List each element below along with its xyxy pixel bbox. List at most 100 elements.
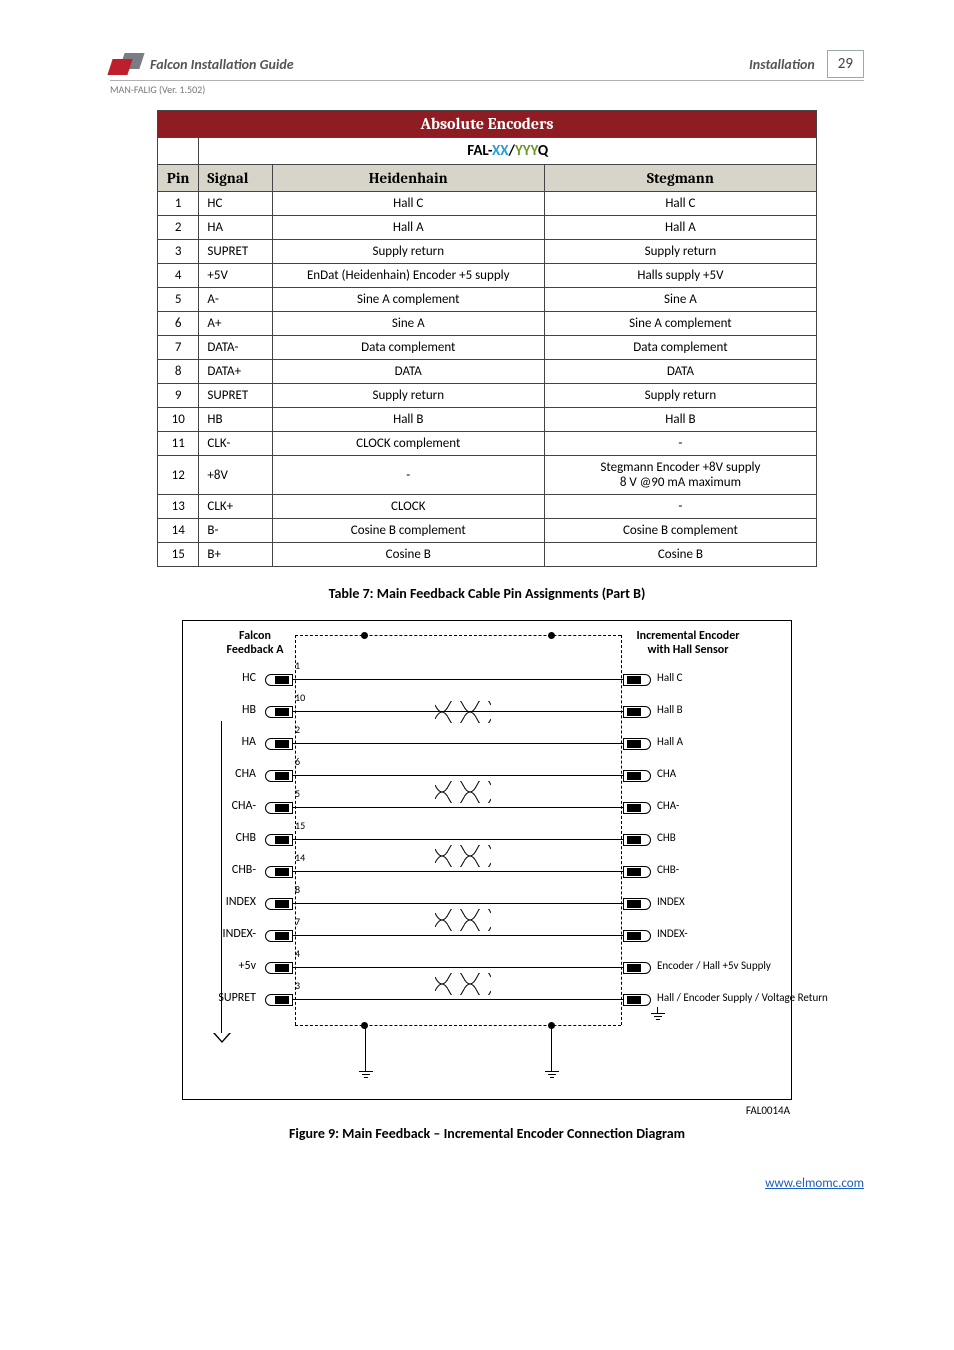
gnd-wire	[365, 1025, 366, 1065]
pin-number: 15	[295, 819, 305, 832]
connector-icon	[623, 738, 651, 750]
connector-icon	[623, 706, 651, 718]
table-row: 15B+Cosine BCosine B	[158, 543, 817, 567]
pin-number: 8	[295, 883, 300, 896]
table-row: 2HAHall AHall A	[158, 216, 817, 240]
wire	[293, 935, 623, 936]
plug-icon	[275, 836, 289, 844]
cell-pin: 6	[158, 312, 199, 336]
connection-diagram: Falcon Feedback A Incremental Encoder wi…	[182, 620, 792, 1100]
pin-number: 4	[295, 947, 300, 960]
cell-heidenhain: Supply return	[272, 240, 544, 264]
cell-signal: CLK-	[199, 432, 272, 456]
cell-signal: A-	[199, 288, 272, 312]
connector-icon	[623, 866, 651, 878]
cell-pin: 4	[158, 264, 199, 288]
wire	[293, 775, 623, 776]
cell-pin: 3	[158, 240, 199, 264]
right-label: CHA-	[657, 799, 857, 812]
pin-number: 6	[295, 755, 300, 768]
table-row: 14B-Cosine B complementCosine B compleme…	[158, 519, 817, 543]
shield-node-icon	[361, 632, 368, 639]
cell-signal: +5V	[199, 264, 272, 288]
shield-bottom	[295, 1025, 621, 1026]
cell-signal: HC	[199, 192, 272, 216]
plug-icon	[275, 772, 289, 780]
twisted-pair-icon	[435, 909, 491, 931]
wire	[293, 839, 623, 840]
cell-pin: 11	[158, 432, 199, 456]
doc-ref: MAN-FALIG (Ver. 1.502)	[110, 83, 864, 96]
cell-stegmann: Cosine B	[544, 543, 816, 567]
page-number: 29	[827, 50, 864, 78]
col-stegmann: Stegmann	[544, 165, 816, 192]
cell-heidenhain: Sine A complement	[272, 288, 544, 312]
right-label: CHB	[657, 831, 857, 844]
table-row: 3SUPRETSupply returnSupply return	[158, 240, 817, 264]
col-signal: Signal	[199, 165, 272, 192]
pin-number: 1	[295, 659, 300, 672]
cell-heidenhain: Data complement	[272, 336, 544, 360]
cell-signal: B-	[199, 519, 272, 543]
cell-pin: 5	[158, 288, 199, 312]
cell-pin: 2	[158, 216, 199, 240]
cell-pin: 12	[158, 456, 199, 495]
twisted-pair-icon	[435, 701, 491, 723]
plug-icon	[275, 708, 289, 716]
cell-stegmann: Hall B	[544, 408, 816, 432]
cell-pin: 14	[158, 519, 199, 543]
diagram-row: HA2Hall A	[183, 731, 791, 757]
footer-url[interactable]: www.elmomc.com	[110, 1176, 864, 1191]
cell-signal: DATA+	[199, 360, 272, 384]
cell-stegmann: Sine A complement	[544, 312, 816, 336]
right-label: CHB-	[657, 863, 857, 876]
plug-icon	[275, 996, 289, 1004]
page-header: Falcon Installation Guide Installation 2…	[110, 50, 864, 81]
cell-stegmann: Supply return	[544, 240, 816, 264]
cell-stegmann: Hall A	[544, 216, 816, 240]
plug-icon	[275, 804, 289, 812]
plug-icon	[275, 964, 289, 972]
pin-number: 10	[295, 691, 305, 704]
right-label: Hall B	[657, 703, 857, 716]
shield-node-icon	[548, 632, 555, 639]
cell-stegmann: Cosine B complement	[544, 519, 816, 543]
cell-pin: 9	[158, 384, 199, 408]
table-row: 7DATA-Data complementData complement	[158, 336, 817, 360]
header-left: Falcon Installation Guide	[110, 53, 294, 75]
model-prefix: FAL-	[467, 142, 492, 160]
logo-icon	[110, 53, 142, 75]
cell-heidenhain: EnDat (Heidenhain) Encoder +5 supply	[272, 264, 544, 288]
cell-stegmann: DATA	[544, 360, 816, 384]
left-block-title: Falcon Feedback A	[215, 629, 295, 657]
twisted-pair-icon	[435, 845, 491, 867]
model-xx: XX	[492, 142, 509, 160]
diagram-id: FAL0014A	[182, 1104, 792, 1117]
connector-icon	[623, 994, 651, 1006]
plug-icon	[275, 900, 289, 908]
wire	[293, 679, 623, 680]
table-row: 12+8V-Stegmann Encoder +8V supply 8 V @9…	[158, 456, 817, 495]
plug-icon	[275, 676, 289, 684]
table-title: Absolute Encoders	[158, 111, 817, 138]
chassis-ground-icon	[211, 1021, 233, 1043]
cell-signal: SUPRET	[199, 384, 272, 408]
right-label: INDEX	[657, 895, 857, 908]
ground-icon	[543, 1065, 561, 1081]
connector-icon	[623, 674, 651, 686]
connector-icon	[623, 898, 651, 910]
ground-icon	[357, 1065, 375, 1081]
right-label: Encoder / Hall +5v Supply	[657, 959, 857, 972]
connector-icon	[623, 770, 651, 782]
pin-number: 5	[295, 787, 300, 800]
cell-heidenhain: Hall A	[272, 216, 544, 240]
cell-heidenhain: CLOCK complement	[272, 432, 544, 456]
gnd-wire	[551, 1025, 552, 1065]
right-block-title: Incremental Encoder with Hall Sensor	[613, 629, 763, 657]
cell-pin: 15	[158, 543, 199, 567]
connector-icon	[623, 930, 651, 942]
ground-icon	[649, 1007, 667, 1023]
cell-signal: HA	[199, 216, 272, 240]
pin-number: 7	[295, 915, 300, 928]
right-label: CHA	[657, 767, 857, 780]
